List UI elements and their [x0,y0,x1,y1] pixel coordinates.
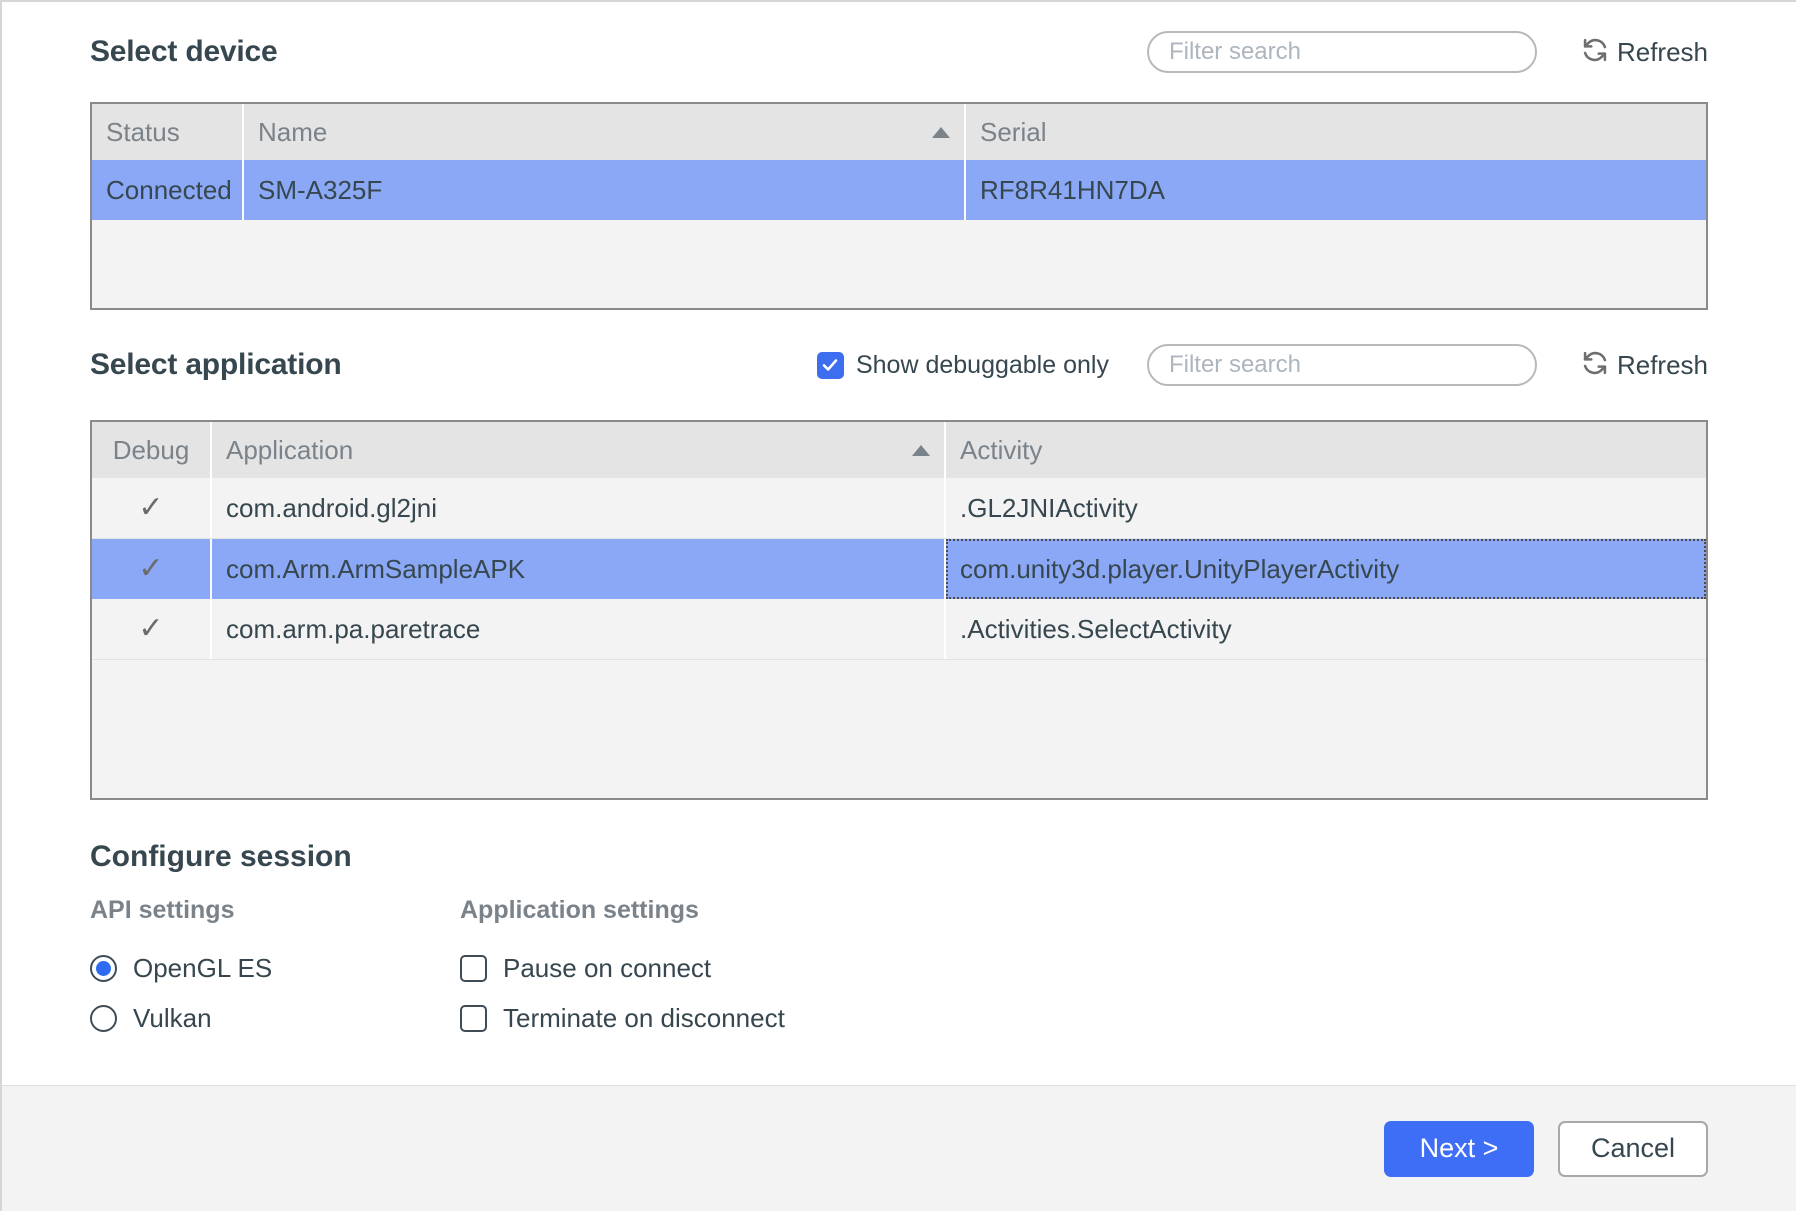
application-column-header-application[interactable]: Application [212,422,946,478]
table-row[interactable]: ✓ com.android.gl2jni .GL2JNIActivity [92,478,1706,539]
application-cell-debug: ✓ [92,599,212,659]
application-cell-activity: .GL2JNIActivity [960,492,1138,523]
application-cell-name: com.arm.pa.paretrace [212,599,946,659]
application-filter-search-box[interactable] [1146,344,1537,386]
application-section-title: Select application [90,348,342,381]
table-row[interactable]: ✓ com.Arm.ArmSampleAPK com.unity3d.playe… [92,539,1706,599]
table-row[interactable]: ✓ com.arm.pa.paretrace .Activities.Selec… [92,599,1706,660]
application-table[interactable]: Debug Application Activity ✓ com.android… [90,420,1708,800]
device-column-header-name[interactable]: Name [244,104,966,160]
application-section-header: Select application Show debuggable only [90,310,1708,420]
device-section-title: Select device [90,35,278,68]
application-settings-label: Application settings [460,896,699,924]
device-cell-name: SM-A325F [244,160,966,220]
next-button[interactable]: Next > [1384,1120,1534,1177]
show-debuggable-only-label: Show debuggable only [855,350,1109,379]
radio-option-vulkan[interactable]: Vulkan [90,993,460,1043]
checkbox-option-pause-on-connect[interactable]: Pause on connect [460,943,1708,993]
device-table-header-row: Status Name Serial [92,104,1706,160]
device-filter-search-input[interactable] [1166,37,1517,67]
application-column-header-activity[interactable]: Activity [946,422,1706,478]
checkbox-unchecked-icon[interactable] [460,1004,487,1032]
dialog-footer: Next > Cancel [2,1085,1796,1211]
device-column-header-status[interactable]: Status [92,104,244,160]
application-cell-activity[interactable]: com.unity3d.player.UnityPlayerActivity [946,539,1706,599]
show-debuggable-only-toggle[interactable]: Show debuggable only [816,350,1109,380]
device-column-header-serial[interactable]: Serial [966,104,1706,160]
device-section-header: Select device Refresh [90,2,1708,102]
table-row[interactable]: Connected SM-A325F RF8R41HN7DA [92,160,1706,220]
radio-option-vulkan-label: Vulkan [133,1002,212,1033]
application-refresh-label: Refresh [1616,349,1708,380]
checkbox-checked-icon[interactable] [816,351,844,379]
device-filter-search-box[interactable] [1146,31,1537,73]
dialog-content: Select device Refresh Status [2,2,1796,1085]
checkbox-option-terminate-on-disconnect-label: Terminate on disconnect [503,1002,785,1033]
cancel-button[interactable]: Cancel [1558,1120,1708,1177]
application-settings-group: Application settings Pause on connect Te… [460,896,1708,1043]
application-column-header-debug[interactable]: Debug [92,422,212,478]
device-cell-status: Connected [92,160,244,220]
application-refresh-button[interactable]: Refresh [1581,349,1708,382]
refresh-icon [1581,349,1609,382]
check-icon: ✓ [138,612,164,645]
radio-option-opengl-es[interactable]: OpenGL ES [90,943,460,993]
sort-ascending-icon [932,126,950,138]
device-column-header-name-label: Name [258,116,328,147]
radio-option-opengl-es-label: OpenGL ES [133,952,273,983]
radio-dot [96,960,111,976]
application-cell-activity: .Activities.SelectActivity [960,613,1232,644]
sort-ascending-icon [912,444,930,456]
device-table[interactable]: Status Name Serial Connected SM-A325F RF… [90,102,1708,310]
application-column-header-application-label: Application [226,434,354,465]
configure-session-title: Configure session [90,840,352,873]
application-cell-debug: ✓ [92,539,212,599]
check-icon: ✓ [138,552,164,585]
application-filter-search-input[interactable] [1166,350,1517,380]
session-setup-dialog: Select device Refresh Status [0,0,1796,1211]
device-refresh-label: Refresh [1616,36,1708,67]
refresh-icon [1581,36,1609,69]
configure-session-columns: API settings OpenGL ES Vulkan Applicatio… [90,896,1708,1043]
application-cell-name: com.android.gl2jni [212,478,946,538]
checkbox-option-pause-on-connect-label: Pause on connect [503,952,712,983]
application-cell-debug: ✓ [92,478,212,538]
api-settings-label: API settings [90,896,235,924]
api-settings-group: API settings OpenGL ES Vulkan [90,896,460,1043]
application-cell-name: com.Arm.ArmSampleAPK [212,539,946,599]
device-cell-serial: RF8R41HN7DA [980,174,1165,205]
radio-unselected-icon[interactable] [90,1004,117,1032]
application-table-header-row: Debug Application Activity [92,422,1706,478]
checkbox-option-terminate-on-disconnect[interactable]: Terminate on disconnect [460,993,1708,1043]
checkbox-unchecked-icon[interactable] [460,954,487,982]
check-icon: ✓ [138,491,164,524]
device-refresh-button[interactable]: Refresh [1581,36,1708,69]
radio-selected-icon[interactable] [90,954,117,982]
